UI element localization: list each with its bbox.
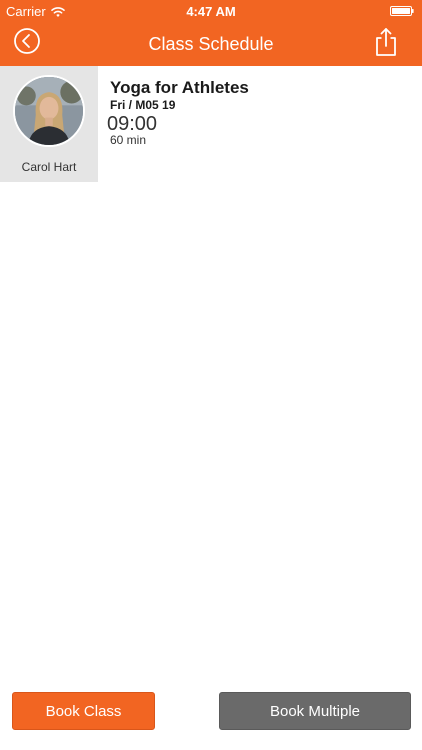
status-time: 4:47 AM [186, 4, 236, 19]
class-date: Fri / M05 19 [110, 98, 176, 112]
instructor-photo [15, 77, 83, 145]
navigation-bar: Class Schedule [0, 22, 422, 66]
instructor-avatar [13, 75, 85, 147]
book-multiple-button[interactable]: Book Multiple [219, 692, 411, 730]
instructor-name: Carol Hart [21, 160, 77, 174]
battery-icon [390, 6, 414, 16]
class-name: Yoga for Athletes [110, 78, 249, 97]
instructor-panel: Carol Hart [0, 66, 98, 182]
status-bar: Carrier 4:47 AM [0, 0, 422, 22]
class-duration: 60 min [110, 133, 147, 147]
page-title: Class Schedule [148, 34, 274, 54]
book-class-button[interactable]: Book Class [12, 692, 155, 730]
share-icon [376, 28, 396, 56]
share-button[interactable] [374, 27, 398, 57]
class-list-item[interactable]: Carol Hart Yoga for Athletes Fri / M05 1… [0, 66, 422, 182]
app-header: Carrier 4:47 AM Class Schedule [0, 0, 422, 66]
